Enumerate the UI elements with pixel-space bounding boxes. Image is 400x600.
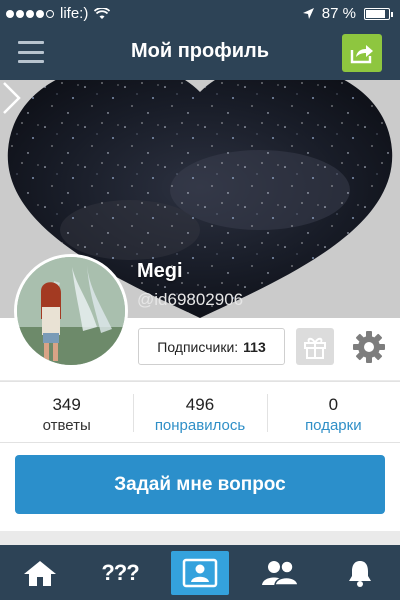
avatar[interactable] — [14, 254, 128, 368]
stat-likes[interactable]: 496 понравилось — [133, 382, 266, 442]
friends-icon — [262, 559, 299, 586]
share-button[interactable] — [342, 34, 382, 72]
nav-bar: Мой профиль — [0, 26, 400, 80]
ask-section: Задай мне вопрос — [0, 443, 400, 531]
battery-percent: 87 % — [321, 5, 356, 22]
status-bar: life:) 87 % — [0, 0, 400, 26]
followers-button[interactable]: Подписчики: 113 — [138, 328, 285, 365]
profile-stats: 349 ответы 496 понравилось 0 подарки — [0, 381, 400, 443]
answers-count: 349 — [52, 395, 81, 414]
stat-gifts[interactable]: 0 подарки — [266, 382, 400, 442]
bell-icon — [349, 560, 371, 587]
tab-friends[interactable] — [240, 545, 320, 600]
answers-label: ответы — [42, 417, 91, 434]
profile-icon — [182, 558, 218, 587]
ask-question-button[interactable]: Задай мне вопрос — [15, 455, 385, 514]
gift-icon — [304, 337, 326, 359]
followers-count: 113 — [243, 338, 266, 355]
wifi-icon — [94, 7, 111, 19]
gifts-label: подарки — [305, 417, 362, 434]
tab-profile[interactable] — [160, 545, 240, 600]
gifts-count: 0 — [328, 395, 339, 414]
questions-icon: ??? — [101, 559, 139, 585]
profile-name: Megi — [137, 260, 183, 282]
chevron-right-icon[interactable] — [0, 80, 24, 116]
carrier-label: life:) — [60, 5, 89, 22]
likes-count: 496 — [185, 395, 215, 414]
profile-id: @id69802906 — [137, 290, 244, 309]
gear-icon[interactable] — [352, 330, 386, 364]
page-title: Мой профиль — [130, 40, 270, 62]
tab-home[interactable] — [0, 545, 80, 600]
tab-bar: ??? — [0, 545, 400, 600]
gift-button[interactable] — [296, 328, 334, 365]
home-icon — [24, 560, 56, 586]
tab-notifications[interactable] — [320, 545, 400, 600]
signal-icon — [6, 9, 54, 18]
tab-questions[interactable]: ??? — [80, 545, 160, 600]
stat-answers[interactable]: 349 ответы — [0, 382, 133, 442]
share-icon — [350, 45, 373, 64]
location-arrow-icon — [302, 8, 314, 19]
battery-icon — [364, 7, 393, 20]
followers-label: Подписчики: — [157, 338, 239, 355]
likes-label: понравилось — [154, 417, 246, 434]
